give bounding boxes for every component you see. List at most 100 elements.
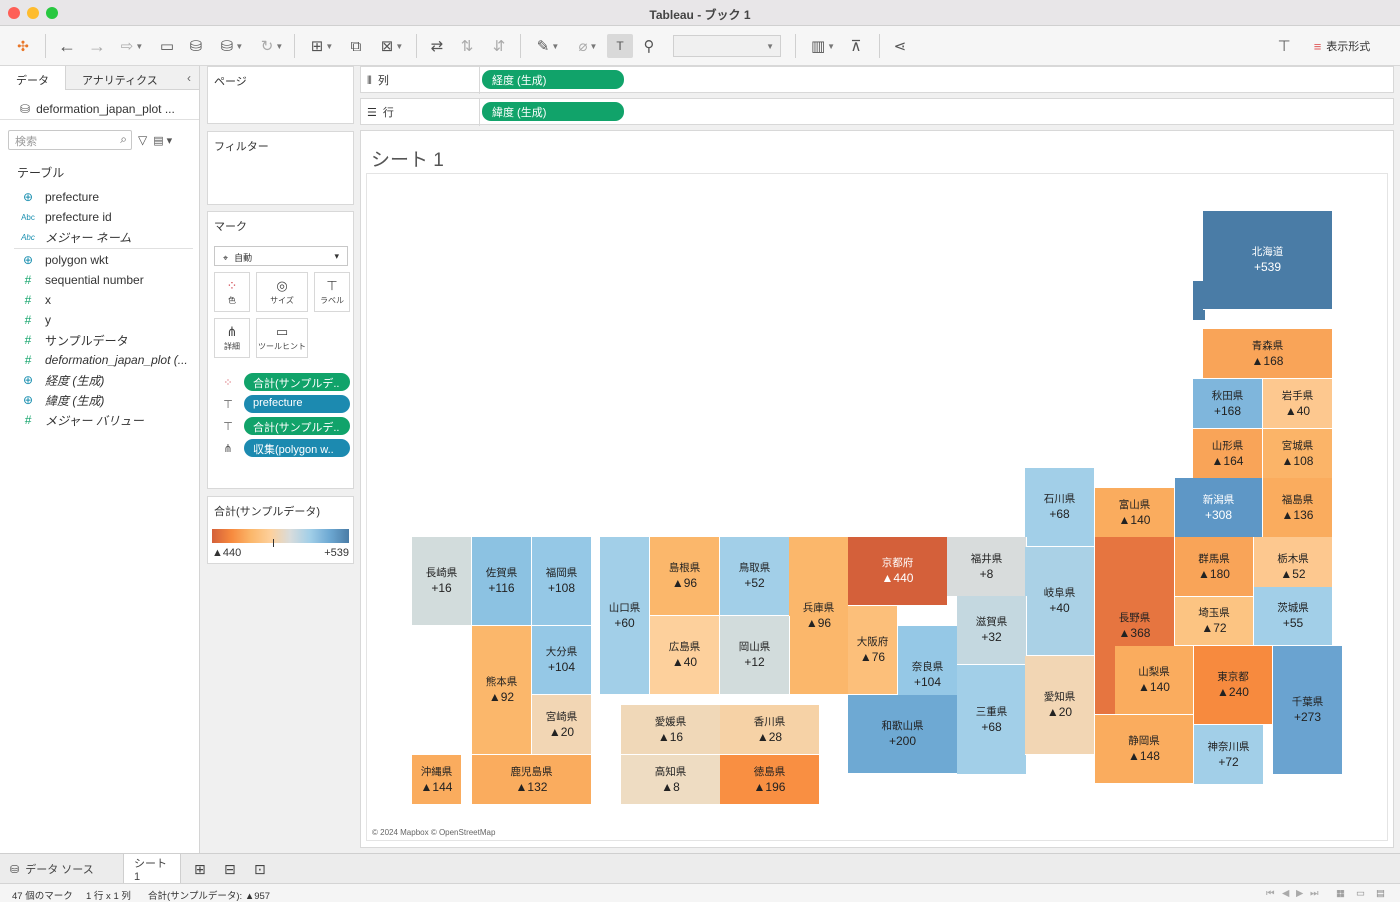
new-story-tab-icon[interactable]: ⊡ <box>244 854 276 884</box>
share-icon[interactable]: ⋖ <box>889 34 911 58</box>
columns-pill[interactable]: 経度 (生成) <box>482 70 624 89</box>
filmstrip-view-icon[interactable]: ▭ <box>1356 888 1365 899</box>
prefecture-tile[interactable]: 富山県 ▲140 <box>1095 488 1175 538</box>
redo-icon[interactable]: ⇨ ▼ <box>114 34 150 58</box>
prefecture-tile[interactable]: 愛媛県 ▲16 <box>621 705 721 755</box>
prefecture-tile[interactable]: 神奈川県 +72 <box>1194 725 1264 785</box>
forward-icon[interactable]: → <box>86 34 108 58</box>
prefecture-tile[interactable]: 新潟県 +308 <box>1175 478 1263 538</box>
columns-shelf[interactable]: ⦀ 列 経度 (生成) <box>360 66 1394 94</box>
field-item[interactable]: # サンプルデータ <box>0 330 199 350</box>
field-item[interactable]: # sequential number <box>0 270 199 290</box>
comment-icon[interactable]: ⊤ <box>1273 34 1295 58</box>
collapse-pane-icon[interactable]: ‹ <box>187 71 191 85</box>
new-worksheet-icon[interactable]: ⊞ ▼ <box>304 34 340 58</box>
field-item[interactable]: ⊕ prefecture <box>0 187 199 207</box>
prefecture-tile[interactable]: 京都府 ▲440 <box>848 537 948 606</box>
nav-first-icon[interactable]: ⏮ <box>1266 888 1275 899</box>
sheet-tab[interactable]: シート 1 <box>123 854 181 884</box>
prefecture-tile[interactable]: 佐賀県 +116 <box>472 537 532 626</box>
prefecture-tile[interactable]: 大阪府 ▲76 <box>848 606 898 695</box>
prefecture-tile[interactable]: 岡山県 +12 <box>720 616 790 695</box>
clear-icon[interactable]: ⊠ ▼ <box>374 34 410 58</box>
size-button[interactable]: ◎ サイズ <box>256 272 308 312</box>
new-worksheet-tab-icon[interactable]: ⊞ <box>184 854 216 884</box>
field-item[interactable]: # x <box>0 290 199 310</box>
tile-map[interactable]: © 2024 Mapbox © OpenStreetMap 北海道 +539 青森県… <box>366 173 1388 841</box>
field-item[interactable]: ⊕ 経度 (生成) <box>0 370 199 390</box>
prefecture-tile[interactable]: 熊本県 ▲92 <box>472 626 532 755</box>
prefecture-tile[interactable]: 兵庫県 ▲96 <box>789 537 849 695</box>
prefecture-tile[interactable]: 島根県 ▲96 <box>650 537 720 616</box>
detail-button[interactable]: ⋔ 詳細 <box>214 318 250 358</box>
prefecture-tile[interactable]: 山形県 ▲164 <box>1193 429 1263 479</box>
prefecture-tile[interactable]: 高知県 ▲8 <box>621 755 721 805</box>
field-item[interactable]: ⊕ polygon wkt <box>0 250 199 270</box>
prefecture-tile[interactable]: 岐阜県 +40 <box>1025 547 1095 656</box>
mark-pill-color[interactable]: 合計(サンプルデ.. <box>244 373 350 391</box>
pages-card[interactable]: ページ <box>207 66 354 124</box>
new-dashboard-tab-icon[interactable]: ⊟ <box>214 854 246 884</box>
prefecture-tile[interactable]: 徳島県 ▲196 <box>720 755 820 805</box>
prefecture-tile[interactable]: 宮崎県 ▲20 <box>532 695 592 755</box>
duplicate-icon[interactable]: ⧉ <box>345 34 367 58</box>
mark-pill-label[interactable]: 合計(サンプルデ.. <box>244 417 350 435</box>
field-item[interactable]: # メジャー バリュー <box>0 410 199 430</box>
label-button[interactable]: ⊤ ラベル <box>314 272 350 312</box>
prefecture-tile[interactable]: 和歌山県 +200 <box>848 695 958 774</box>
prefecture-tile[interactable]: 沖縄県 ▲144 <box>412 755 462 805</box>
rows-pill[interactable]: 緯度 (生成) <box>482 102 624 121</box>
prefecture-tile[interactable]: 岩手県 ▲40 <box>1263 379 1333 429</box>
prefecture-tile[interactable]: 秋田県 +168 <box>1193 379 1263 429</box>
prefecture-tile[interactable]: 鹿児島県 ▲132 <box>472 755 592 805</box>
tabs-view-icon[interactable]: ▤ <box>1376 888 1385 899</box>
prefecture-tile[interactable]: 千葉県 +273 <box>1273 646 1343 775</box>
filters-card[interactable]: フィルター <box>207 131 354 205</box>
save-icon[interactable]: ▭ <box>156 34 178 58</box>
prefecture-tile[interactable]: 愛知県 ▲20 <box>1025 656 1095 755</box>
field-item[interactable]: Abc prefecture id <box>0 207 199 227</box>
tab-analytics[interactable]: アナリティクス <box>66 66 199 90</box>
group-icon[interactable]: ⌀ ▼ <box>570 34 606 58</box>
prefecture-tile[interactable]: 茨城県 +55 <box>1254 587 1333 646</box>
nav-prev-icon[interactable]: ◀ <box>1282 888 1289 899</box>
datasource-tab[interactable]: ⛁ データ ソース <box>0 854 122 884</box>
prefecture-tile[interactable]: 東京都 ▲240 <box>1194 646 1273 725</box>
pin-icon[interactable]: ⚲ <box>638 34 660 58</box>
prefecture-tile[interactable]: 群馬県 ▲180 <box>1175 537 1254 597</box>
show-cards-icon[interactable]: ▥ ▼ <box>805 34 841 58</box>
view-options-icon[interactable]: ▤ ▾ <box>153 134 172 147</box>
prefecture-tile[interactable]: 福島県 ▲136 <box>1263 478 1333 538</box>
prefecture-tile[interactable]: 長崎県 +16 <box>412 537 472 626</box>
nav-last-icon[interactable]: ⏭ <box>1310 888 1319 899</box>
prefecture-tile[interactable]: 大分県 +104 <box>532 626 592 695</box>
mark-pill-label[interactable]: prefecture <box>244 395 350 413</box>
grid-view-icon[interactable]: ▦ <box>1336 888 1345 899</box>
prefecture-tile[interactable]: 鳥取県 +52 <box>720 537 790 616</box>
pause-icon[interactable]: ⛁ ▼ <box>214 34 250 58</box>
prefecture-tile[interactable]: 福井県 +8 <box>947 537 1027 597</box>
prefecture-tile[interactable]: 山口県 +60 <box>600 537 650 695</box>
back-icon[interactable]: ← <box>56 34 78 58</box>
swap-icon[interactable]: ⇄ <box>426 34 448 58</box>
field-item[interactable]: Abc メジャー ネーム <box>0 227 199 247</box>
presentation-icon[interactable]: ⊼ <box>845 34 867 58</box>
prefecture-tile[interactable]: 静岡県 ▲148 <box>1095 715 1194 784</box>
datasource-item[interactable]: ⛁ deformation_japan_plot ... <box>0 90 199 120</box>
prefecture-tile[interactable]: 北海道 +539 <box>1203 211 1333 310</box>
label-icon[interactable]: T <box>607 34 633 58</box>
sort-desc-icon[interactable]: ⇵ <box>488 34 510 58</box>
prefecture-tile[interactable]: 三重県 +68 <box>957 665 1027 775</box>
mark-type-dropdown[interactable]: ⌖ 自動 ▾ <box>214 246 348 266</box>
new-datasource-icon[interactable]: ⛁ <box>185 34 207 58</box>
prefecture-tile[interactable]: 広島県 ▲40 <box>650 616 720 695</box>
prefecture-tile[interactable]: 香川県 ▲28 <box>720 705 820 755</box>
mark-pill-detail[interactable]: 収集(polygon w.. <box>244 439 350 457</box>
prefecture-tile[interactable]: 青森県 ▲168 <box>1203 329 1333 379</box>
search-input[interactable]: 検索 ⌕ <box>8 130 132 150</box>
color-button[interactable]: ⁘ 色 <box>214 272 250 312</box>
highlight-icon[interactable]: ✎ ▼ <box>530 34 566 58</box>
field-item[interactable]: # y <box>0 310 199 330</box>
fit-dropdown[interactable]: ▼ <box>673 35 781 57</box>
prefecture-tile[interactable]: 福岡県 +108 <box>532 537 592 626</box>
